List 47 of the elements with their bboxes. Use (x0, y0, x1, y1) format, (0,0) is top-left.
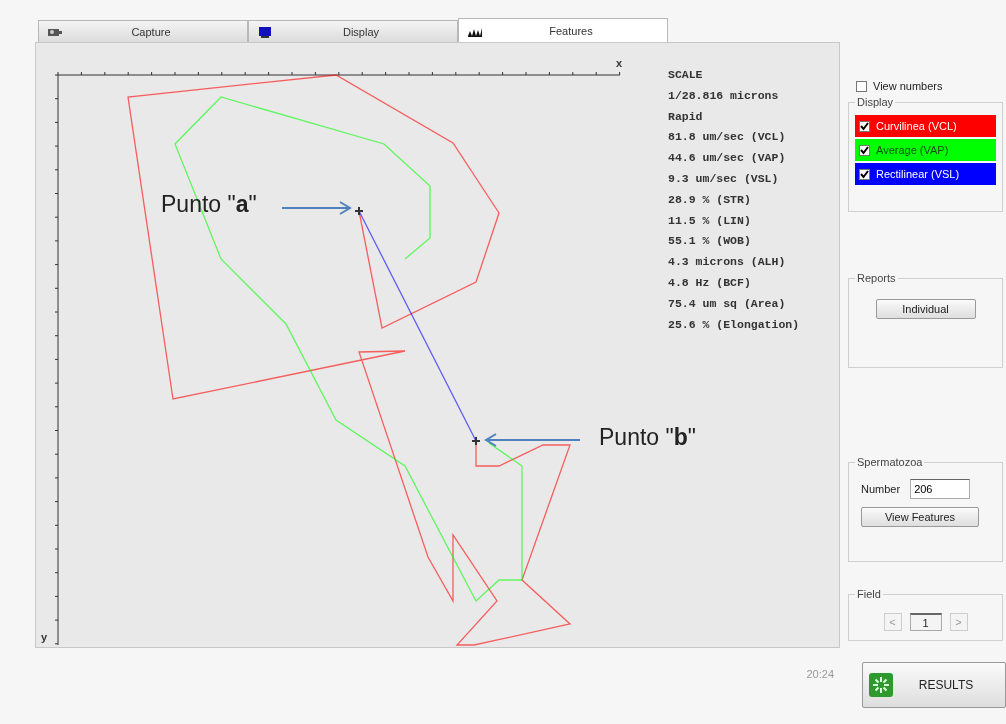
time-text: 20:24 (806, 668, 834, 680)
annotation-label: Punto "b" (599, 424, 696, 451)
field-number: 1 (909, 612, 942, 631)
stat-text: 11.5 % (LIN) (668, 213, 752, 229)
tab[interactable]: Capture (38, 20, 248, 42)
stat-text: 28.9 % (STR) (668, 192, 752, 208)
annotation-label: Punto "a" (161, 191, 257, 218)
stat-text: 81.8 um/sec (VCL) (668, 130, 787, 146)
checkbox[interactable] (856, 80, 867, 92)
stat-text: 44.6 um/sec (VAP) (668, 151, 787, 167)
field-label: Number (861, 483, 901, 495)
tab[interactable]: Display (248, 20, 458, 42)
number-field[interactable]: 206 (910, 479, 971, 499)
checkbox[interactable] (859, 120, 870, 132)
group-title: Display (855, 96, 896, 108)
checkbox[interactable] (859, 144, 870, 156)
stat-text: 4.8 Hz (BCF) (668, 275, 752, 291)
axis-label: x (616, 57, 623, 69)
stat-text: 1/28.816 microns (668, 88, 780, 104)
point-marker (354, 206, 364, 216)
track-option[interactable]: Rectilinear (VSL) (855, 163, 996, 185)
view-features-button[interactable]: View Features (861, 507, 979, 527)
stat-text: SCALE (668, 68, 704, 83)
stat-text: 9.3 um/sec (VSL) (668, 172, 780, 187)
axis-label: y (41, 631, 48, 643)
checkbox-label: View numbers (873, 80, 943, 92)
stat-text: 25.6 % (Elongation) (668, 317, 800, 333)
checkbox-label: Rectilinear (VSL) (876, 168, 960, 180)
group-title: Spermatozoa (855, 456, 925, 468)
stat-text: 4.3 microns (ALH) (668, 255, 787, 271)
checkbox-label: Average (VAP) (876, 144, 949, 156)
track-option[interactable]: Curvilinea (VCL) (855, 115, 996, 137)
tab[interactable]: Features (458, 18, 668, 42)
checkbox[interactable] (859, 168, 870, 180)
track-option[interactable]: Average (VAP) (855, 139, 996, 161)
sparkle-icon (869, 673, 893, 697)
point-marker (471, 436, 481, 446)
group-title: Field (855, 588, 883, 600)
monitor-icon (257, 25, 273, 38)
stat-text: 55.1 % (WOB) (668, 234, 752, 250)
stat-text: 75.4 um sq (Area) (668, 296, 787, 312)
individual-button[interactable]: Individual (875, 299, 976, 319)
group-title: Reports (855, 272, 898, 284)
stat-text: Rapid (668, 109, 704, 125)
pointer-arrow (281, 201, 352, 215)
checkbox-label: Curvilinea (VCL) (876, 120, 957, 132)
results-button[interactable]: RESULTS (862, 662, 1006, 708)
